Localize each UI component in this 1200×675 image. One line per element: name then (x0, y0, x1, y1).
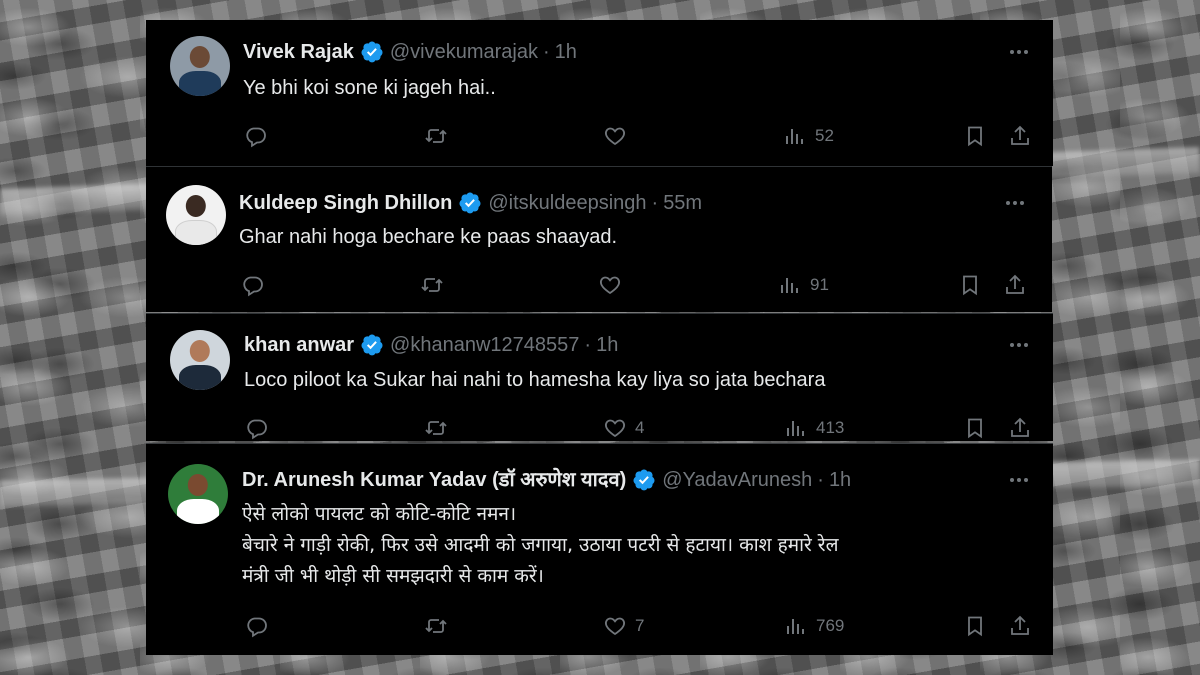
verified-badge-icon (361, 334, 383, 356)
like-icon (605, 127, 625, 146)
views-icon (781, 278, 798, 293)
reply-icon (247, 617, 267, 638)
bookmark-icon (968, 616, 982, 637)
reply-button[interactable] (241, 273, 265, 297)
like-icon (605, 419, 625, 438)
more-icon[interactable] (1007, 333, 1031, 357)
tweet-text: Loco piloot ka Sukar hai nahi to hamesha… (244, 369, 826, 391)
bookmark-icon (963, 275, 977, 296)
author-name[interactable]: Kuldeep Singh Dhillon (239, 191, 452, 215)
retweet-icon (425, 129, 447, 143)
like-icon (605, 617, 625, 636)
share-button[interactable] (1008, 614, 1032, 638)
views-button[interactable]: 413 (784, 416, 844, 440)
like-button[interactable]: 4 (603, 416, 644, 440)
retweet-icon (421, 278, 443, 292)
author-handle[interactable]: @YadavArunesh (662, 468, 812, 492)
reply-button[interactable] (245, 416, 269, 440)
reply-icon (243, 276, 263, 297)
retweet-button[interactable] (424, 416, 448, 440)
separator-dot: · (817, 469, 824, 491)
share-button[interactable] (1008, 416, 1032, 440)
verified-badge-icon (361, 41, 383, 63)
tweet-card-2[interactable]: Kuldeep Singh Dhillon @itskuldeepsingh ·… (146, 166, 1052, 312)
avatar[interactable] (170, 330, 230, 390)
tweet-text-line: बेचारे ने गाड़ी रोकी, फिर उसे आदमी को जग… (242, 534, 839, 556)
tweet-text-line: ऐसे लोको पायलट को कोटि-कोटि नमन। (242, 503, 517, 525)
tweet-text-line: मंत्री जी भी थोड़ी सी समझदारी से काम करे… (242, 565, 544, 587)
avatar[interactable] (170, 36, 230, 96)
like-button[interactable] (603, 124, 635, 148)
retweet-icon (425, 421, 447, 435)
like-icon (600, 276, 620, 295)
like-button[interactable]: 7 (603, 614, 644, 638)
share-icon (1011, 615, 1029, 635)
tweet-card-3[interactable]: khan anwar @khananw12748557 · 1h Loco pi… (146, 313, 1053, 441)
author-name[interactable]: Dr. Arunesh Kumar Yadav (डॉ अरुणेश यादव) (242, 468, 626, 492)
timestamp[interactable]: 1h (555, 40, 577, 64)
tweet-card-1[interactable]: Vivek Rajak @vivekumarajak · 1h Ye bhi k… (146, 20, 1053, 166)
author-handle[interactable]: @khananw12748557 (390, 333, 579, 357)
separator-dot: · (651, 192, 659, 214)
tweet-text: Ghar nahi hoga bechare ke paas shaayad. (239, 226, 618, 248)
share-button[interactable] (1003, 273, 1027, 297)
tweet-card-4[interactable]: Dr. Arunesh Kumar Yadav (डॉ अरुणेश यादव)… (146, 443, 1053, 655)
reply-button[interactable] (245, 614, 269, 638)
share-icon (1011, 417, 1029, 437)
author-name[interactable]: Vivek Rajak (243, 40, 354, 64)
retweet-button[interactable] (420, 273, 444, 297)
reply-icon (246, 127, 266, 148)
more-icon[interactable] (1007, 468, 1031, 492)
separator-dot: · (542, 41, 550, 63)
more-icon[interactable] (1003, 191, 1027, 215)
author-handle[interactable]: @vivekumarajak (390, 40, 538, 64)
view-count: 52 (815, 126, 834, 145)
like-count: 4 (635, 418, 645, 437)
bookmark-button[interactable] (963, 124, 987, 148)
avatar[interactable] (168, 464, 228, 524)
view-count: 769 (816, 616, 845, 635)
verified-badge-icon (459, 192, 481, 214)
timestamp[interactable]: 55m (663, 191, 702, 215)
views-icon (787, 421, 804, 436)
share-button[interactable] (1008, 124, 1032, 148)
bookmark-button[interactable] (963, 614, 987, 638)
view-count: 91 (810, 275, 829, 294)
tweet-text: Ye bhi koi sone ki jageh hai.. (243, 77, 496, 99)
author-handle[interactable]: @itskuldeepsingh (488, 191, 646, 215)
reply-icon (247, 419, 267, 440)
views-button[interactable]: 769 (784, 614, 844, 638)
like-button[interactable] (598, 273, 630, 297)
retweet-button[interactable] (424, 614, 448, 638)
views-icon (786, 129, 803, 144)
views-button[interactable]: 91 (778, 273, 829, 297)
bookmark-button[interactable] (963, 416, 987, 440)
views-button[interactable]: 52 (783, 124, 834, 148)
more-icon[interactable] (1007, 40, 1031, 64)
avatar[interactable] (166, 185, 226, 245)
timestamp[interactable]: 1h (596, 333, 618, 357)
share-icon (1011, 125, 1029, 145)
view-count: 413 (816, 418, 845, 437)
retweet-icon (425, 619, 447, 633)
bookmark-icon (968, 126, 982, 147)
share-icon (1006, 274, 1024, 294)
bookmark-button[interactable] (958, 273, 982, 297)
bookmark-icon (968, 418, 982, 439)
reply-button[interactable] (244, 124, 268, 148)
retweet-button[interactable] (424, 124, 448, 148)
like-count: 7 (635, 616, 645, 635)
views-icon (787, 619, 804, 634)
timestamp[interactable]: 1h (829, 468, 851, 492)
separator-dot: · (584, 334, 592, 356)
author-name[interactable]: khan anwar (244, 333, 354, 357)
verified-badge-icon (633, 469, 655, 491)
